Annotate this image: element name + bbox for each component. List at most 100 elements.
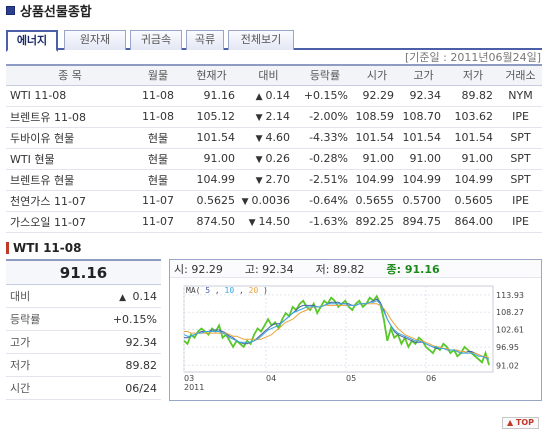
cell-rate: -4.33% <box>296 127 354 149</box>
detail-label: 고가 <box>10 336 31 349</box>
square-bullet-icon <box>6 5 15 15</box>
tab-grains[interactable]: 곡류 <box>186 30 224 50</box>
triangle-down-icon: ▼ <box>248 218 256 228</box>
x-tick-label: 05 <box>346 374 356 383</box>
table-header-row: 종 목 월물 현재가 대비 등락률 시가 고가 저가 거래소 <box>6 64 542 86</box>
cell-rate: -2.51% <box>296 169 354 191</box>
cell-high: 92.34 <box>400 85 447 107</box>
category-tabs: 에너지 원자재 귀금속 곡류 전체보기 <box>6 30 542 52</box>
col-header-open: 시가 <box>354 64 400 86</box>
cell-name[interactable]: 천연가스 11-07 <box>6 190 134 212</box>
change-value: 2.70 <box>265 173 291 186</box>
chart-low: 저: 89.82 <box>315 262 365 276</box>
cell-name[interactable]: WTI 현물 <box>6 148 134 170</box>
cell-price: 105.12 <box>182 106 241 128</box>
cell-name[interactable]: 브렌트유 현물 <box>6 169 134 191</box>
x-tick-label: 03 <box>184 374 194 383</box>
cell-high: 91.00 <box>400 148 447 170</box>
cell-rate: -0.64% <box>296 190 354 212</box>
cell-name[interactable]: 가스오일 11-07 <box>6 211 134 233</box>
table-row[interactable]: 두바이유 현물 현물 101.54 ▼ 4.60 -4.33% 101.54 101.54 10… <box>6 127 542 149</box>
detail-value: ▲ 0.14 <box>119 290 157 303</box>
cell-open: 108.59 <box>354 106 400 128</box>
cell-month: 현물 <box>134 127 182 149</box>
cell-high: 894.75 <box>400 211 447 233</box>
tab-energy[interactable]: 에너지 <box>6 30 58 52</box>
detail-row: 저가 89.82 <box>6 354 161 377</box>
cell-change: ▼ 2.70 <box>241 169 296 191</box>
cell-high: 108.70 <box>400 106 447 128</box>
cell-exchange: SPT <box>499 148 542 170</box>
tab-precious-metals[interactable]: 귀금속 <box>130 30 182 50</box>
series-line-0 <box>183 294 490 366</box>
cell-open: 91.00 <box>354 148 400 170</box>
triangle-down-icon: ▼ <box>255 113 263 123</box>
cell-low: 101.54 <box>447 127 499 149</box>
detail-label: 시간 <box>10 382 31 395</box>
cell-price: 874.50 <box>182 211 241 233</box>
cell-exchange: SPT <box>499 169 542 191</box>
cell-change: ▼ 0.26 <box>241 148 296 170</box>
cell-name[interactable]: 두바이유 현물 <box>6 127 134 149</box>
tab-view-all[interactable]: 전체보기 <box>228 30 294 50</box>
table-row[interactable]: WTI 현물 현물 91.00 ▼ 0.26 -0.28% 91.00 91.00 91.00 S… <box>6 148 542 170</box>
cell-exchange: IPE <box>499 190 542 212</box>
x-tick-label: 04 <box>266 374 276 383</box>
cell-month: 11-08 <box>134 106 182 128</box>
table-row[interactable]: 가스오일 11-07 11-07 874.50 ▼ 14.50 -1.63% 892.25 8… <box>6 211 542 233</box>
cell-rate: +0.15% <box>296 85 354 107</box>
triangle-down-icon: ▼ <box>241 197 249 207</box>
table-row[interactable]: 브렌트유 11-08 11-08 105.12 ▼ 2.14 -2.00% 108.59 10… <box>6 106 542 128</box>
table-row[interactable]: 천연가스 11-07 11-07 0.5625 ▼ 0.0036 -0.64% 0.5655… <box>6 190 542 212</box>
x-year-label: 2011 <box>184 383 204 392</box>
cell-price: 91.16 <box>182 85 241 107</box>
detail-value: +0.15% <box>112 313 157 326</box>
quotes-table: 종 목 월물 현재가 대비 등락률 시가 고가 저가 거래소 WTI 11-08… <box>6 64 542 233</box>
detail-title-bar: WTI 11-08 <box>6 240 81 256</box>
base-date: [기준일 : 2011년06월24일] <box>405 51 541 64</box>
top-button[interactable]: ▲ TOP <box>501 417 539 429</box>
change-value: 2.14 <box>265 110 291 123</box>
cell-name[interactable]: 브렌트유 11-08 <box>6 106 134 128</box>
detail-label: 대비 <box>10 290 31 303</box>
cell-open: 892.25 <box>354 211 400 233</box>
cell-low: 104.99 <box>447 169 499 191</box>
cell-open: 101.54 <box>354 127 400 149</box>
cell-month: 11-07 <box>134 211 182 233</box>
cell-high: 104.99 <box>400 169 447 191</box>
change-value: 0.0036 <box>251 194 291 207</box>
cell-rate: -2.00% <box>296 106 354 128</box>
change-value: 0.14 <box>265 89 291 102</box>
ma-legend: MA( 5 , 10 , 20 ) <box>186 286 268 295</box>
page-title-bar: 상품선물종합 <box>6 1 92 20</box>
detail-title: WTI 11-08 <box>13 241 82 255</box>
chart-open: 시: 92.29 <box>174 262 223 276</box>
cell-high: 101.54 <box>400 127 447 149</box>
cell-exchange: NYM <box>499 85 542 107</box>
change-value: 4.60 <box>265 131 291 144</box>
detail-value: 92.34 <box>125 336 158 349</box>
col-header-price: 현재가 <box>182 64 241 86</box>
cell-month: 11-07 <box>134 190 182 212</box>
cell-change: ▼ 4.60 <box>241 127 296 149</box>
price-chart: 시: 92.29 고: 92.34 저: 89.82 종: 91.16 113.… <box>169 259 542 401</box>
col-header-high: 고가 <box>400 64 447 86</box>
cell-change: ▼ 0.0036 <box>241 190 296 212</box>
cell-name[interactable]: WTI 11-08 <box>6 85 134 107</box>
table-row[interactable]: 브렌트유 현물 현물 104.99 ▼ 2.70 -2.51% 104.99 104.99 10… <box>6 169 542 191</box>
cell-high: 0.5700 <box>400 190 447 212</box>
detail-label: 저가 <box>10 359 31 372</box>
triangle-down-icon: ▼ <box>255 176 263 186</box>
cell-rate: -1.63% <box>296 211 354 233</box>
tab-raw-materials[interactable]: 원자재 <box>64 30 126 50</box>
cell-low: 103.62 <box>447 106 499 128</box>
table-row[interactable]: WTI 11-08 11-08 91.16 ▲ 0.14 +0.15% 92.29 92.34… <box>6 85 542 107</box>
y-tick-label: 96.95 <box>496 343 519 352</box>
detail-label: 등락률 <box>10 313 41 326</box>
change-value: 0.26 <box>265 152 291 165</box>
y-tick-label: 113.93 <box>496 291 524 300</box>
cell-open: 92.29 <box>354 85 400 107</box>
col-header-month: 월물 <box>134 64 182 86</box>
chart-high: 고: 92.34 <box>244 262 294 276</box>
col-header-low: 저가 <box>447 64 499 86</box>
